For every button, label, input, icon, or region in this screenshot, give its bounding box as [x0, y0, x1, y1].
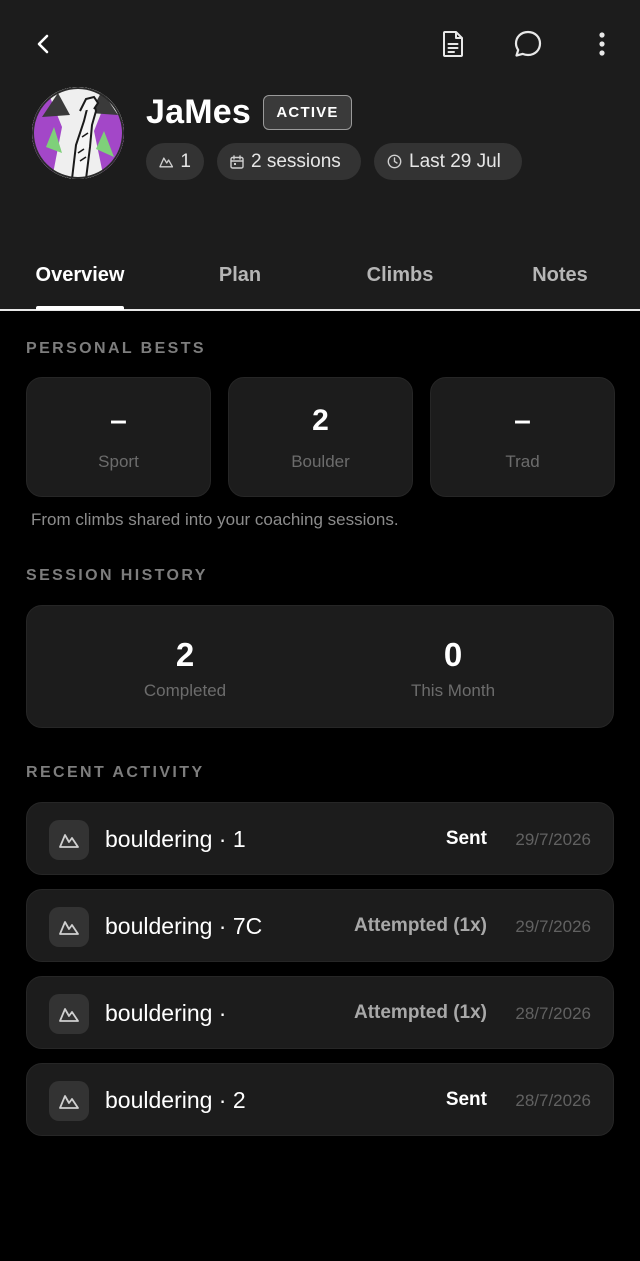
- climbs-count-chip: 1: [146, 143, 204, 180]
- personal-best-label: Boulder: [291, 452, 350, 471]
- active-tab-indicator: [36, 306, 124, 310]
- activity-date: 28/7/2026: [515, 1091, 591, 1110]
- activity-item[interactable]: bouldering · 7C Attempted (1x) 29/7/2026: [26, 889, 614, 962]
- chevron-left-icon: [37, 34, 49, 54]
- status-badge: ACTIVE: [263, 95, 352, 130]
- recent-activity-heading: RECENT ACTIVITY: [26, 764, 205, 781]
- completed-sessions-value: 2: [175, 636, 195, 673]
- activity-status: Sent: [445, 1089, 487, 1110]
- avatar[interactable]: [32, 87, 124, 179]
- this-month-sessions-value: 0: [443, 636, 463, 673]
- activity-date: 28/7/2026: [515, 1004, 591, 1023]
- mountain-icon: [49, 994, 89, 1034]
- activity-title: bouldering · 2: [105, 1087, 246, 1113]
- personal-bests-note: From climbs shared into your coaching se…: [31, 510, 399, 529]
- document-icon: [443, 31, 463, 57]
- personal-best-label: Trad: [505, 452, 540, 471]
- activity-title: bouldering · 1: [105, 826, 246, 852]
- personal-bests-heading: PERSONAL BESTS: [26, 340, 206, 357]
- mountain-icon: [49, 1081, 89, 1121]
- climbing-arm-illustration: [32, 87, 124, 179]
- activity-title: bouldering ·: [105, 1000, 227, 1026]
- activity-status: Sent: [445, 828, 487, 849]
- personal-best-value: –: [514, 404, 531, 437]
- chat-bubble-icon: [514, 30, 542, 57]
- sessions-chip: 2 sessions: [217, 143, 361, 180]
- clock-icon: [387, 154, 402, 169]
- back-button[interactable]: [22, 22, 66, 66]
- profile-name: JaMes: [146, 93, 251, 131]
- activity-item[interactable]: bouldering · Attempted (1x) 28/7/2026: [26, 976, 614, 1049]
- tab-climbs[interactable]: Climbs: [320, 240, 480, 310]
- activity-date: 29/7/2026: [515, 830, 591, 849]
- mountain-icon: [159, 157, 174, 168]
- personal-best-label: Sport: [98, 452, 139, 471]
- notes-document-button[interactable]: [431, 22, 475, 66]
- profile-tabs: Overview Plan Climbs Notes: [0, 240, 640, 310]
- activity-title: bouldering · 7C: [105, 913, 263, 939]
- last-session-chip: Last 29 Jul: [374, 143, 522, 180]
- activity-item[interactable]: bouldering · 1 Sent 29/7/2026: [26, 802, 614, 875]
- tab-plan[interactable]: Plan: [160, 240, 320, 310]
- activity-date: 29/7/2026: [515, 917, 591, 936]
- message-button[interactable]: [506, 22, 550, 66]
- activity-status: Attempted (1x): [353, 915, 487, 936]
- activity-item[interactable]: bouldering · 2 Sent 28/7/2026: [26, 1063, 614, 1136]
- personal-best-value: 2: [312, 404, 329, 437]
- last-session-date: Last 29 Jul: [409, 150, 501, 172]
- climbs-count: 1: [180, 150, 191, 172]
- this-month-sessions-label: This Month: [410, 681, 496, 700]
- activity-status: Attempted (1x): [353, 1002, 487, 1023]
- tab-overview[interactable]: Overview: [0, 240, 160, 310]
- more-options-button[interactable]: [580, 22, 624, 66]
- personal-best-value: –: [110, 404, 127, 437]
- calendar-icon: [230, 154, 244, 169]
- completed-sessions-label: Completed: [143, 681, 227, 700]
- more-vertical-icon: [599, 32, 605, 56]
- session-history-heading: SESSION HISTORY: [26, 567, 208, 584]
- sessions-count: 2 sessions: [251, 150, 341, 172]
- mountain-icon: [49, 907, 89, 947]
- mountain-icon: [49, 820, 89, 860]
- tab-notes[interactable]: Notes: [480, 240, 640, 310]
